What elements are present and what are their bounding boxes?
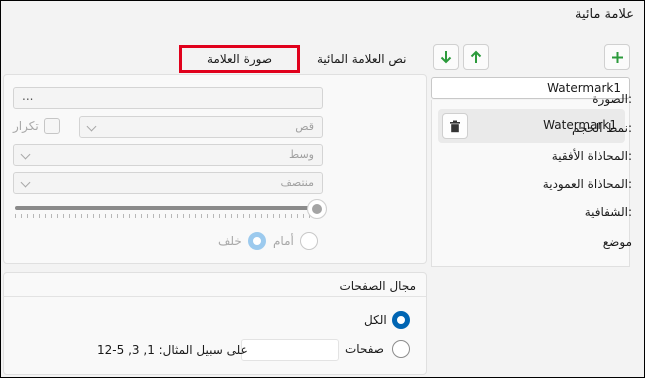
add-watermark-button[interactable] xyxy=(604,44,630,70)
valign-value: منتصف xyxy=(280,176,314,189)
position-label: موضع xyxy=(602,235,632,249)
chevron-down-icon xyxy=(20,177,31,188)
halign-label: المحاذاة الأفقية: xyxy=(551,149,632,163)
chevron-down-icon xyxy=(20,149,31,160)
size-mode-label: نمط الحجم: xyxy=(572,121,632,135)
valign-label: المحاذاة العمودية: xyxy=(542,177,632,191)
image-label: الصورة: xyxy=(592,92,632,106)
halign-value: وسط xyxy=(289,148,314,161)
pages-input[interactable] xyxy=(241,339,339,361)
browse-ellipsis[interactable]: ... xyxy=(22,86,33,106)
delete-button[interactable] xyxy=(442,113,468,139)
divider xyxy=(4,296,426,297)
transparency-slider-track[interactable] xyxy=(15,206,315,210)
transparency-slider-thumb[interactable] xyxy=(307,199,327,219)
size-mode-select[interactable]: قص xyxy=(79,116,323,138)
pages-label: صفحات xyxy=(345,342,384,356)
tab-text-watermark[interactable]: نص العلامة المائية xyxy=(309,45,414,73)
move-down-button[interactable] xyxy=(433,44,459,70)
chevron-down-icon xyxy=(86,121,97,132)
pages-radio[interactable] xyxy=(392,340,410,358)
valign-select[interactable]: منتصف xyxy=(13,172,323,194)
halign-select[interactable]: وسط xyxy=(13,144,323,166)
position-front-label: أمام xyxy=(273,234,294,248)
page-range-title: مجال الصفحات xyxy=(339,279,416,293)
image-path-field[interactable]: ... xyxy=(13,87,323,109)
position-behind-radio[interactable] xyxy=(248,232,266,250)
transparency-slider-ticks xyxy=(15,214,315,218)
tab-image-watermark[interactable]: صورة العلامة المائية xyxy=(179,45,300,88)
plus-icon xyxy=(611,51,623,63)
pages-example-text: على سبيل المثال: 1, 3, 5-12 xyxy=(97,343,248,357)
all-pages-label: الكل xyxy=(364,313,387,327)
watermark-dialog: علامة مائية Watermark1 Watermark1 صورة ا… xyxy=(0,0,645,378)
arrow-up-icon xyxy=(470,50,482,63)
position-front-radio[interactable] xyxy=(300,232,318,250)
transparency-label: الشفافية: xyxy=(584,205,632,219)
position-behind-label: خلف xyxy=(218,234,242,248)
dialog-title: علامة مائية xyxy=(574,7,634,22)
trash-icon xyxy=(450,120,460,132)
repeat-label: تكرار xyxy=(13,119,39,133)
repeat-checkbox[interactable] xyxy=(44,118,60,134)
arrow-down-icon xyxy=(440,51,452,64)
all-pages-radio[interactable] xyxy=(392,311,410,329)
move-up-button[interactable] xyxy=(463,44,489,70)
size-mode-value: قص xyxy=(295,120,314,133)
